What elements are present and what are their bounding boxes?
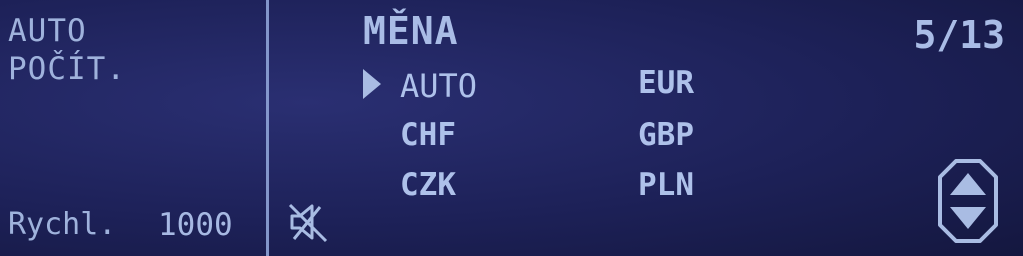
- triangle-pointer-icon: [363, 69, 381, 99]
- count-mode-line1: AUTO: [8, 13, 87, 49]
- lcd-display: AUTO POČÍT. Rychl. 1000 MĚNA 5/13 AUTO E…: [0, 0, 1023, 256]
- speed-label: Rychl.: [8, 207, 117, 242]
- menu-title: MĚNA: [363, 9, 459, 53]
- currency-option-gbp[interactable]: GBP: [638, 120, 694, 151]
- currency-option-chf[interactable]: CHF: [400, 120, 456, 151]
- currency-option-czk[interactable]: CZK: [400, 170, 456, 201]
- status-panel: AUTO POČÍT. Rychl. 1000: [0, 0, 266, 256]
- panel-divider: [266, 0, 269, 256]
- count-mode-line2: POČÍT.: [8, 51, 126, 87]
- currency-option-auto[interactable]: AUTO: [400, 70, 477, 102]
- up-down-arrows-icon[interactable]: [936, 157, 1000, 245]
- speaker-muted-icon: [288, 203, 328, 243]
- page-counter: 5/13: [913, 13, 1005, 57]
- currency-option-eur[interactable]: EUR: [638, 68, 694, 99]
- currency-option-pln[interactable]: PLN: [638, 170, 694, 201]
- speed-value: 1000: [158, 207, 233, 243]
